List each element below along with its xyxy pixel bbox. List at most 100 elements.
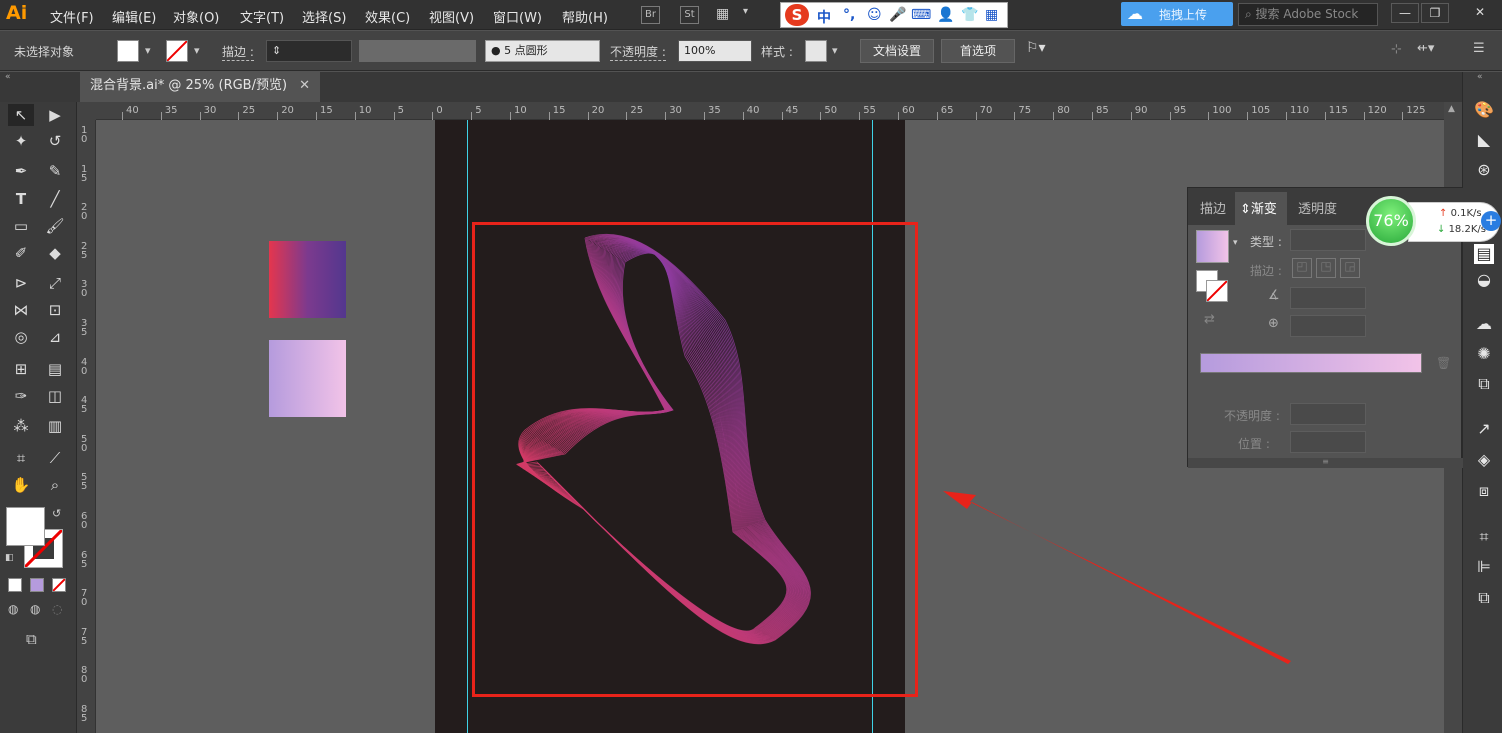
- ime-emoji-icon[interactable]: ☺: [867, 7, 882, 23]
- recolor-icon[interactable]: ⊛: [1474, 160, 1494, 180]
- mesh-tool-icon[interactable]: ⊞: [8, 358, 34, 380]
- stroke-gradient-along-icon[interactable]: ◳: [1316, 258, 1336, 278]
- shape-builder-tool-icon[interactable]: ◎: [8, 326, 34, 348]
- aspect-ratio-select[interactable]: [1290, 315, 1366, 337]
- menu-type[interactable]: 文字(T): [240, 7, 284, 26]
- panel-resize-grip[interactable]: ≡: [1188, 458, 1463, 468]
- ime-punctuation-icon[interactable]: °,: [843, 7, 855, 23]
- ime-skin-icon[interactable]: 👕: [961, 7, 978, 23]
- type-tool-icon[interactable]: T: [8, 188, 34, 210]
- stroke-swatch[interactable]: [166, 40, 188, 62]
- color-mode-icon[interactable]: [8, 578, 22, 592]
- rotate-tool-icon[interactable]: ⊳: [8, 272, 34, 294]
- column-graph-tool-icon[interactable]: ▥: [42, 415, 68, 437]
- menu-edit[interactable]: 编辑(E): [112, 7, 156, 26]
- symbol-sprayer-tool-icon[interactable]: ⁂: [8, 415, 34, 437]
- chevron-down-icon[interactable]: ▾: [832, 44, 838, 57]
- gradient-type-select[interactable]: [1290, 229, 1366, 251]
- scroll-up-icon[interactable]: ▲: [1448, 104, 1455, 114]
- memory-percent-ball[interactable]: 76%: [1366, 196, 1416, 246]
- close-button[interactable]: ✕: [1466, 3, 1494, 23]
- pathfinder-icon[interactable]: ⧉: [1474, 588, 1494, 608]
- none-mode-icon[interactable]: [52, 578, 66, 592]
- horizontal-ruler[interactable]: 40 35 30 25 20 15 10 5 0 5 10 15 20 25 30 35 40 45 50 55 60 6…: [96, 102, 1444, 120]
- stock-button[interactable]: St: [680, 6, 699, 24]
- width-tool-icon[interactable]: ⋈: [8, 299, 34, 321]
- expand-panels-icon[interactable]: «: [1477, 72, 1483, 82]
- transparency-panel-icon[interactable]: ◒: [1474, 270, 1494, 290]
- menu-view[interactable]: 视图(V): [429, 7, 474, 26]
- default-colors-icon[interactable]: ◧: [5, 553, 14, 563]
- asset-export-icon[interactable]: ⧉: [1474, 374, 1494, 394]
- chevron-down-icon[interactable]: ▾: [1233, 238, 1238, 248]
- tab-transparency[interactable]: 透明度: [1298, 198, 1337, 217]
- document-setup-button[interactable]: 文档设置: [860, 39, 934, 63]
- selection-tool-icon[interactable]: ↖: [8, 104, 34, 126]
- ime-keyboard-icon[interactable]: ⌨: [911, 7, 931, 23]
- gradient-slider[interactable]: [1200, 353, 1422, 373]
- transform-panel-icon[interactable]: ⌗: [1474, 527, 1494, 547]
- line-tool-icon[interactable]: ╱: [42, 188, 68, 210]
- artboard-tool-icon[interactable]: ⌗: [8, 447, 34, 469]
- panel-menu-icon[interactable]: ☰: [1473, 41, 1485, 56]
- free-transform-tool-icon[interactable]: ⊡: [42, 299, 68, 321]
- stroke-weight-input[interactable]: ⇕: [266, 40, 352, 62]
- menu-effect[interactable]: 效果(C): [365, 7, 410, 26]
- add-icon[interactable]: +: [1481, 211, 1501, 231]
- menu-file[interactable]: 文件(F): [50, 7, 94, 26]
- opacity-input[interactable]: 100%: [678, 40, 752, 62]
- opacity-label[interactable]: 不透明度 :: [610, 43, 666, 61]
- artboards-icon[interactable]: ⧈: [1474, 481, 1494, 501]
- rectangle-tool-icon[interactable]: ▭: [8, 215, 34, 237]
- gradient-panel-icon[interactable]: ▤: [1474, 244, 1494, 264]
- menu-object[interactable]: 对象(O): [173, 7, 219, 26]
- bridge-button[interactable]: Br: [641, 6, 660, 24]
- stroke-gradient-within-icon[interactable]: ◰: [1292, 258, 1312, 278]
- perspective-grid-tool-icon[interactable]: ⊿: [42, 326, 68, 348]
- hand-tool-icon[interactable]: ✋: [8, 474, 34, 496]
- arrange-icon[interactable]: ⇷▾: [1417, 41, 1434, 56]
- stop-opacity-select[interactable]: [1290, 403, 1366, 425]
- gradient-preview-swatch[interactable]: [1196, 230, 1229, 263]
- fill-swatch[interactable]: [117, 40, 139, 62]
- draw-inside-icon[interactable]: ◌: [52, 602, 62, 616]
- chevron-down-icon[interactable]: ▾: [743, 6, 748, 17]
- blend-tool-icon[interactable]: ◫: [42, 385, 68, 407]
- restore-button[interactable]: ❐: [1421, 3, 1449, 23]
- collapse-icon[interactable]: «: [5, 72, 11, 82]
- network-speed-widget[interactable]: ↑ 0.1K/s ↓ 18.2K/s + 76%: [1366, 196, 1502, 246]
- paintbrush-tool-icon[interactable]: 🖌: [42, 215, 68, 237]
- search-stock-input[interactable]: ⌕ 搜索 Adobe Stock: [1238, 3, 1378, 26]
- cc-libraries-icon[interactable]: ☁: [1474, 314, 1494, 334]
- gradient-mode-icon[interactable]: [30, 578, 44, 592]
- tab-stroke[interactable]: 描边: [1200, 198, 1226, 217]
- menu-help[interactable]: 帮助(H): [562, 7, 608, 26]
- ime-user-icon[interactable]: 👤: [937, 7, 954, 23]
- eraser-tool-icon[interactable]: ◆: [42, 242, 68, 264]
- pen-tool-icon[interactable]: ✒: [8, 160, 34, 182]
- angle-select[interactable]: [1290, 287, 1366, 309]
- swap-colors-icon[interactable]: ↺: [52, 507, 61, 520]
- draw-behind-icon[interactable]: ◍: [30, 602, 40, 616]
- fill-color-box[interactable]: [6, 507, 45, 546]
- ime-voice-icon[interactable]: 🎤: [889, 7, 906, 23]
- shaper-tool-icon[interactable]: ✐: [8, 242, 34, 264]
- variable-width-profile[interactable]: [359, 40, 476, 62]
- sogou-logo-icon[interactable]: S: [785, 4, 809, 26]
- export-icon[interactable]: ↗: [1474, 419, 1494, 439]
- tab-gradient[interactable]: ⇕渐变: [1240, 198, 1277, 217]
- cloud-upload-button[interactable]: ☁ 拖拽上传: [1121, 2, 1233, 26]
- brush-definition[interactable]: ● 5 点圆形: [485, 40, 600, 62]
- gradient-tool-icon[interactable]: ▤: [42, 358, 68, 380]
- eyedropper-tool-icon[interactable]: ✑: [8, 385, 34, 407]
- preferences-button[interactable]: 首选项: [941, 39, 1015, 63]
- document-tab[interactable]: 混合背景.ai* @ 25% (RGB/预览) ✕: [80, 72, 320, 102]
- color-guide-icon[interactable]: ◣: [1474, 130, 1494, 150]
- stop-position-select[interactable]: [1290, 431, 1366, 453]
- ruler-origin[interactable]: [77, 102, 96, 120]
- ime-toolbar[interactable]: S 中 °, ☺ 🎤 ⌨ 👤 👕 ▦: [780, 2, 1008, 28]
- align-icon[interactable]: ⚐▾: [1026, 40, 1046, 56]
- chevron-down-icon[interactable]: ▾: [194, 44, 200, 57]
- delete-stop-icon[interactable]: 🗑: [1436, 356, 1451, 370]
- reverse-gradient-icon[interactable]: ⇄: [1204, 312, 1215, 327]
